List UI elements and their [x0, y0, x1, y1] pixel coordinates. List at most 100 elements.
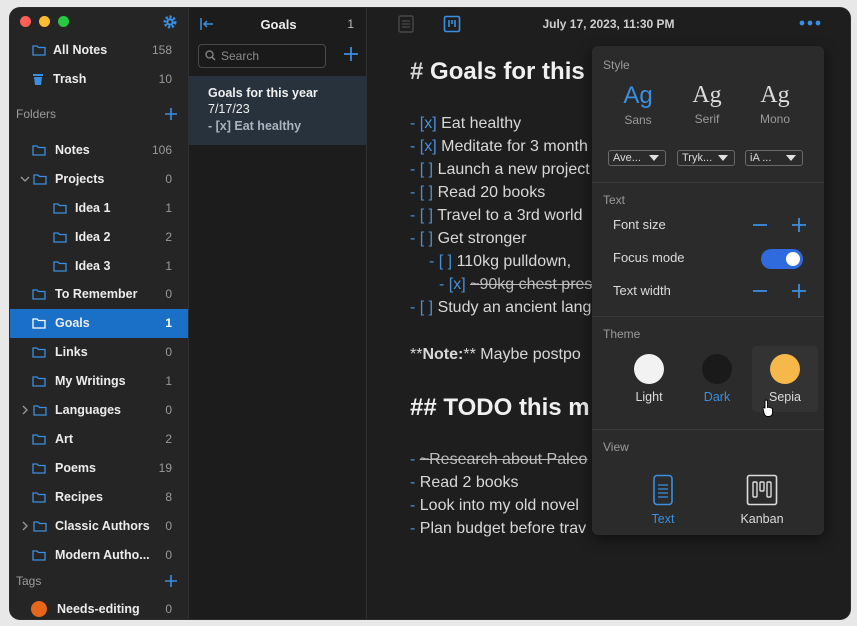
todo-item[interactable]: - Plan budget before trav	[410, 520, 586, 538]
sidebar-folder-poems[interactable]: Poems 19	[10, 454, 188, 483]
font-name: Serif	[694, 112, 720, 126]
sidebar-folder-idea-1[interactable]: Idea 1 1	[10, 194, 188, 223]
sidebar-folder-count: 1	[165, 259, 172, 273]
font-option-mono[interactable]: Ag Mono	[745, 82, 805, 126]
task-item[interactable]: - [x] ~90kg chest press	[439, 276, 600, 294]
decrease-font-size-minus-icon[interactable]	[752, 217, 768, 233]
chevron-down-icon[interactable]	[20, 174, 30, 184]
view-option-kanban[interactable]: Kanban	[729, 474, 795, 526]
sidebar-folder-notes[interactable]: Notes 106	[10, 136, 188, 165]
sidebar-item-all-notes[interactable]: All Notes 158	[10, 36, 188, 65]
increase-text-width-plus-icon[interactable]	[791, 283, 807, 299]
search-field[interactable]	[198, 44, 326, 68]
view-name: Kanban	[740, 512, 784, 526]
font-option-serif[interactable]: Ag Serif	[677, 82, 737, 126]
heading-1[interactable]: # Goals for this	[410, 58, 585, 86]
folder-icon	[32, 463, 46, 474]
sidebar-folder-classic-authors[interactable]: Classic Authors 0	[10, 512, 188, 541]
sidebar-folder-projects[interactable]: Projects 0	[10, 165, 188, 194]
text-width-label: Text width	[613, 283, 671, 298]
list-title: Goals	[260, 17, 297, 32]
todo-item[interactable]: - Read 2 books	[410, 474, 519, 492]
tag-color-icon	[31, 601, 47, 617]
mono-font-select[interactable]: iA ...	[745, 150, 803, 166]
task-item[interactable]: - [x] Meditate for 3 month	[410, 138, 588, 156]
task-item[interactable]: - [ ] Read 20 books	[410, 184, 545, 202]
sidebar-item-trash[interactable]: Trash 10	[10, 65, 188, 94]
task-marker: - [ ]	[410, 184, 434, 201]
sans-font-select[interactable]: Ave...	[608, 150, 666, 166]
note-list-item[interactable]: Goals for this year 7/17/23 - [x] Eat he…	[189, 76, 367, 145]
list-marker: -	[410, 520, 416, 537]
more-options-icon[interactable]	[799, 20, 821, 26]
sidebar-folder-count: 0	[165, 172, 172, 186]
task-item[interactable]: - [ ] Study an ancient lang	[410, 299, 591, 317]
folder-icon	[32, 347, 46, 358]
task-marker: - [ ]	[410, 230, 434, 247]
sidebar-folder-label: Goals	[55, 316, 90, 330]
app-window: All Notes 158 Trash 10 Folders Notes 106 P…	[10, 8, 850, 619]
task-marker: - [x]	[410, 115, 437, 132]
sidebar-folder-goals[interactable]: Goals 1	[10, 309, 188, 338]
task-text: ~90kg chest press	[470, 276, 601, 293]
heading-2[interactable]: ## TODO this m	[410, 394, 590, 422]
task-text: 110kg pulldown,	[456, 253, 572, 270]
font-sample: Ag	[692, 82, 722, 108]
sidebar-folder-label: Idea 3	[75, 259, 111, 273]
font-sample: Ag	[760, 82, 790, 108]
theme-option-light[interactable]: Light	[616, 346, 682, 412]
task-item[interactable]: - [ ] Launch a new project	[410, 161, 590, 179]
font-size-label: Font size	[613, 217, 666, 232]
todo-item[interactable]: - Look into my old novel	[410, 497, 579, 515]
note-paragraph[interactable]: **Note:** Maybe postpo	[410, 346, 581, 364]
style-heading: Style	[603, 58, 630, 72]
sidebar-folder-to-remember[interactable]: To Remember 0	[10, 280, 188, 309]
note-list-column: Goals 1 Goals for this year 7/17/23 - [x…	[188, 8, 367, 619]
task-item[interactable]: - [ ] Get stronger	[410, 230, 527, 248]
divider	[592, 182, 824, 183]
focus-mode-label: Focus mode	[613, 250, 685, 265]
chevron-right-icon[interactable]	[20, 521, 30, 531]
todo-item[interactable]: - ~Research about Paleo	[410, 451, 587, 469]
minimize-window-button[interactable]	[39, 16, 50, 27]
sidebar-folder-links[interactable]: Links 0	[10, 338, 188, 367]
zoom-window-button[interactable]	[58, 16, 69, 27]
serif-font-select[interactable]: Tryk...	[677, 150, 735, 166]
sidebar-folder-idea-3[interactable]: Idea 3 1	[10, 252, 188, 281]
increase-font-size-plus-icon[interactable]	[791, 217, 807, 233]
task-item[interactable]: - [x] Eat healthy	[410, 115, 521, 133]
select-value: iA ...	[750, 152, 772, 164]
note-preview: - [x] Eat healthy	[208, 119, 302, 133]
decrease-text-width-minus-icon[interactable]	[752, 283, 768, 299]
task-text: Eat healthy	[441, 115, 522, 132]
appearance-popover: Style Ag Sans Ag Serif Ag Mono Ave... Tr…	[592, 46, 824, 535]
chevron-right-icon[interactable]	[20, 405, 30, 415]
task-marker: - [x]	[410, 138, 437, 155]
bold-text: Note:	[422, 346, 464, 363]
font-option-sans[interactable]: Ag Sans	[608, 82, 668, 127]
task-item[interactable]: - [ ] 110kg pulldown,	[429, 253, 571, 271]
sidebar-folder-count: 8	[165, 490, 172, 504]
text-heading: Text	[603, 193, 626, 207]
chevron-down-icon	[718, 155, 728, 161]
add-folder-plus-icon[interactable]	[164, 107, 178, 121]
task-item[interactable]: - [ ] Travel to a 3rd world	[410, 207, 583, 225]
sidebar-folder-count: 2	[165, 230, 172, 244]
sidebar-folder-my-writings[interactable]: My Writings 1	[10, 367, 188, 396]
focus-mode-toggle[interactable]	[761, 249, 803, 269]
font-sample: Ag	[623, 82, 653, 109]
search-input[interactable]	[221, 48, 321, 64]
sidebar-folder-recipes[interactable]: Recipes 8	[10, 483, 188, 512]
view-option-text[interactable]: Text	[630, 474, 696, 526]
add-tag-plus-icon[interactable]	[164, 574, 178, 588]
sidebar-folder-art[interactable]: Art 2	[10, 425, 188, 454]
tag-item-needs-editing[interactable]: Needs-editing 0	[10, 595, 188, 619]
sidebar-folder-modern-autho[interactable]: Modern Autho... 0	[10, 541, 188, 570]
sidebar-folder-count: 1	[165, 316, 172, 330]
sidebar-folder-idea-2[interactable]: Idea 2 2	[10, 223, 188, 252]
close-window-button[interactable]	[20, 16, 31, 27]
sidebar-folder-languages[interactable]: Languages 0	[10, 396, 188, 425]
gear-icon[interactable]	[162, 14, 178, 30]
theme-option-dark[interactable]: Dark	[684, 346, 750, 412]
new-note-plus-icon[interactable]	[343, 46, 359, 62]
